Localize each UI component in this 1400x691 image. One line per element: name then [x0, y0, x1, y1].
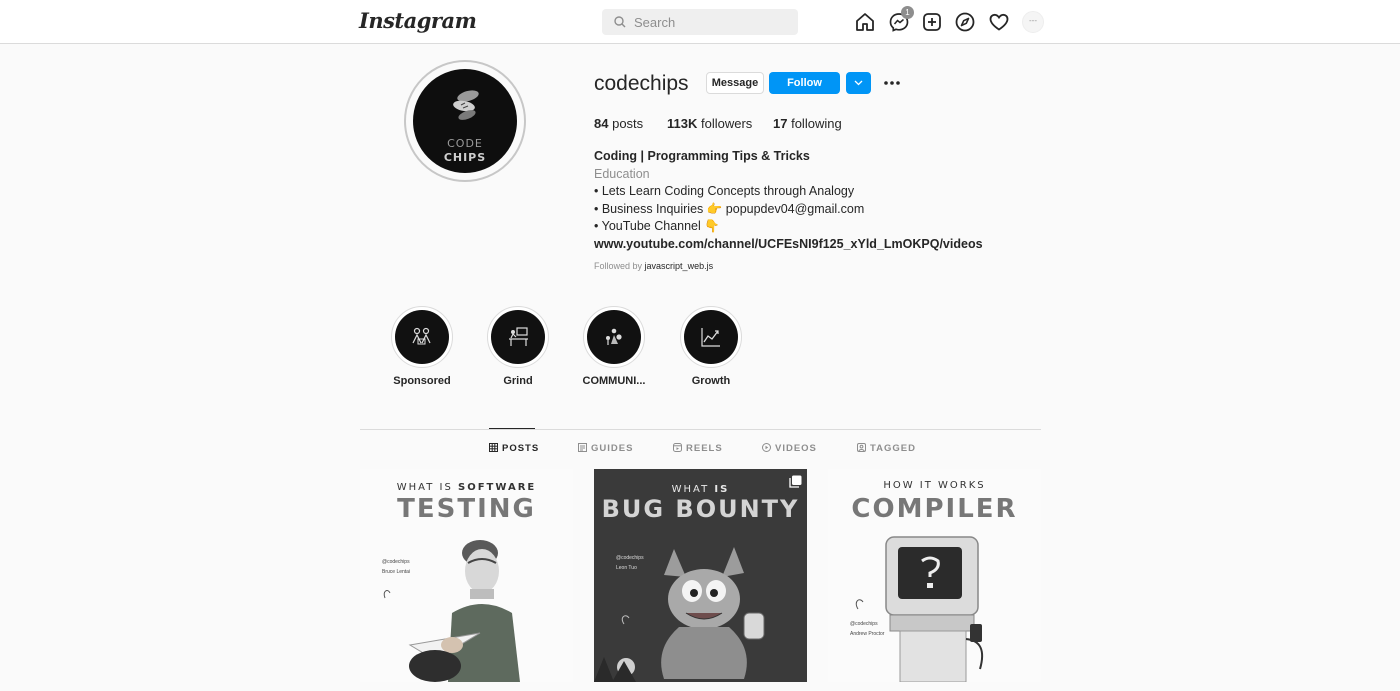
messages-badge: 1 — [901, 6, 914, 19]
follow-button[interactable]: Follow — [769, 72, 840, 94]
following-count-value: 17 — [773, 116, 788, 131]
tab-reels-label: REELS — [686, 443, 723, 454]
bio-line-3: • YouTube Channel 👇 — [594, 219, 720, 233]
highlight-label: Grind — [503, 375, 533, 387]
highlight-community[interactable]: COMMUNI... — [574, 306, 654, 387]
post-illustration — [594, 547, 765, 682]
suggestions-dropdown-button[interactable] — [846, 72, 871, 94]
heart-icon[interactable] — [988, 11, 1010, 33]
post-kicker: WHAT IS SOFTWARE — [360, 482, 573, 493]
more-options-button[interactable] — [880, 73, 904, 93]
explore-icon[interactable] — [954, 11, 976, 33]
home-icon[interactable] — [854, 11, 876, 33]
post-thumbnail[interactable]: HOW IT WORKS COMPILER @codechips Andrew P… — [828, 469, 1041, 682]
highlight-sponsored[interactable]: Sponsored — [382, 306, 462, 387]
posts-count[interactable]: 84 posts — [594, 116, 643, 131]
highlight-cover — [395, 310, 449, 364]
profile-avatar-image: CODE CHIPS — [413, 69, 517, 173]
post-kicker: HOW IT WORKS — [828, 480, 1041, 491]
post-illustration — [855, 536, 984, 682]
highlight-cover — [684, 310, 738, 364]
profile-avatar-button[interactable]: --- — [1022, 11, 1044, 33]
search-icon — [614, 16, 626, 28]
highlight-label: Growth — [691, 375, 731, 387]
instagram-logo[interactable]: Instagram — [359, 8, 477, 33]
avatar-text-code: CODE — [447, 137, 483, 150]
tab-tagged-label: TAGGED — [870, 443, 916, 454]
chevron-down-icon — [854, 80, 863, 86]
sponsored-icon — [412, 327, 431, 345]
bio-line-2: • Business Inquiries 👉 popupdev04@gmail.… — [594, 201, 865, 216]
highlight-ring — [680, 306, 742, 368]
followers-count-value: 113K — [667, 116, 698, 131]
followers-count-label: followers — [701, 116, 753, 131]
bio-category: Education — [594, 166, 650, 181]
followed-by-user: javascript_web.js — [644, 261, 714, 271]
search-input[interactable] — [634, 9, 792, 35]
more-dots-icon — [884, 81, 900, 85]
posts-count-value: 84 — [594, 116, 609, 131]
bio-line-1: • Lets Learn Coding Concepts through Ana… — [594, 184, 855, 198]
post-illustration — [383, 540, 520, 682]
profile-username: codechips — [594, 72, 689, 95]
highlight-ring — [391, 306, 453, 368]
highlight-ring — [583, 306, 645, 368]
message-button[interactable]: Message — [706, 72, 764, 94]
chips-logo-icon — [453, 90, 479, 120]
highlight-growth[interactable]: Growth — [671, 306, 751, 387]
posts-count-label: posts — [612, 116, 644, 131]
tab-posts-label: POSTS — [502, 443, 540, 454]
grid-icon — [489, 443, 498, 452]
highlight-grind[interactable]: Grind — [478, 306, 558, 387]
post-title: TESTING — [397, 494, 536, 524]
following-count[interactable]: 17 following — [773, 116, 842, 131]
profile-avatar[interactable]: CODE CHIPS — [404, 60, 526, 182]
new-post-icon[interactable] — [921, 11, 943, 33]
post-kicker-pre: WHAT — [671, 484, 710, 495]
post-kicker-bold: SOFTWARE — [458, 482, 537, 493]
post-thumbnail[interactable]: WHAT IS BUG BOUNTY @codechips Leon Tuo — [594, 469, 807, 682]
post-kicker-bold: IS — [714, 484, 730, 495]
followed-by[interactable]: Followed by javascript_web.js — [594, 261, 713, 271]
highlight-label: Sponsored — [393, 375, 451, 387]
bio-name: Coding | Programming Tips & Tricks — [594, 149, 810, 163]
reels-icon — [673, 443, 682, 452]
followers-count[interactable]: 113K followers — [667, 116, 752, 131]
followed-by-prefix: Followed by — [594, 261, 643, 271]
post-kicker-pre: HOW IT WORKS — [883, 480, 986, 491]
messenger-icon[interactable]: 1 — [888, 6, 914, 33]
tab-guides-label: GUIDES — [591, 443, 634, 454]
post-title: BUG BOUNTY — [601, 495, 800, 523]
highlight-label: COMMUNI... — [582, 375, 646, 387]
tabs-divider — [360, 429, 1041, 430]
tab-videos-label: VIDEOS — [775, 443, 817, 454]
community-icon — [606, 328, 622, 345]
post-kicker-pre: WHAT IS — [396, 482, 453, 493]
profile-bio: Coding | Programming Tips & Tricks Educa… — [594, 148, 983, 253]
highlight-ring — [487, 306, 549, 368]
avatar-text-chips: CHIPS — [443, 151, 487, 164]
tag-icon — [857, 443, 866, 452]
post-title: COMPILER — [851, 494, 1018, 524]
post-thumbnail[interactable]: WHAT IS SOFTWARE TESTING @codechips Bruce… — [360, 469, 573, 682]
highlight-cover — [491, 310, 545, 364]
bio-website-link[interactable]: www.youtube.com/channel/UCFEsNI9f125_xYl… — [594, 236, 983, 254]
active-tab-indicator — [489, 428, 535, 429]
post-kicker: WHAT IS — [594, 484, 807, 495]
highlight-cover — [587, 310, 641, 364]
top-navigation-bar: Instagram 1 --- — [0, 0, 1400, 44]
tab-tagged[interactable]: TAGGED — [857, 443, 916, 454]
search-box[interactable] — [602, 9, 798, 35]
following-count-label: following — [791, 116, 842, 131]
tab-videos[interactable]: VIDEOS — [762, 443, 817, 454]
tab-guides[interactable]: GUIDES — [578, 443, 633, 454]
desk-icon — [509, 327, 528, 346]
growth-chart-icon — [701, 328, 720, 347]
tab-posts[interactable]: POSTS — [489, 443, 539, 454]
play-icon — [762, 443, 771, 452]
guides-icon — [578, 443, 587, 452]
tab-reels[interactable]: REELS — [673, 443, 723, 454]
